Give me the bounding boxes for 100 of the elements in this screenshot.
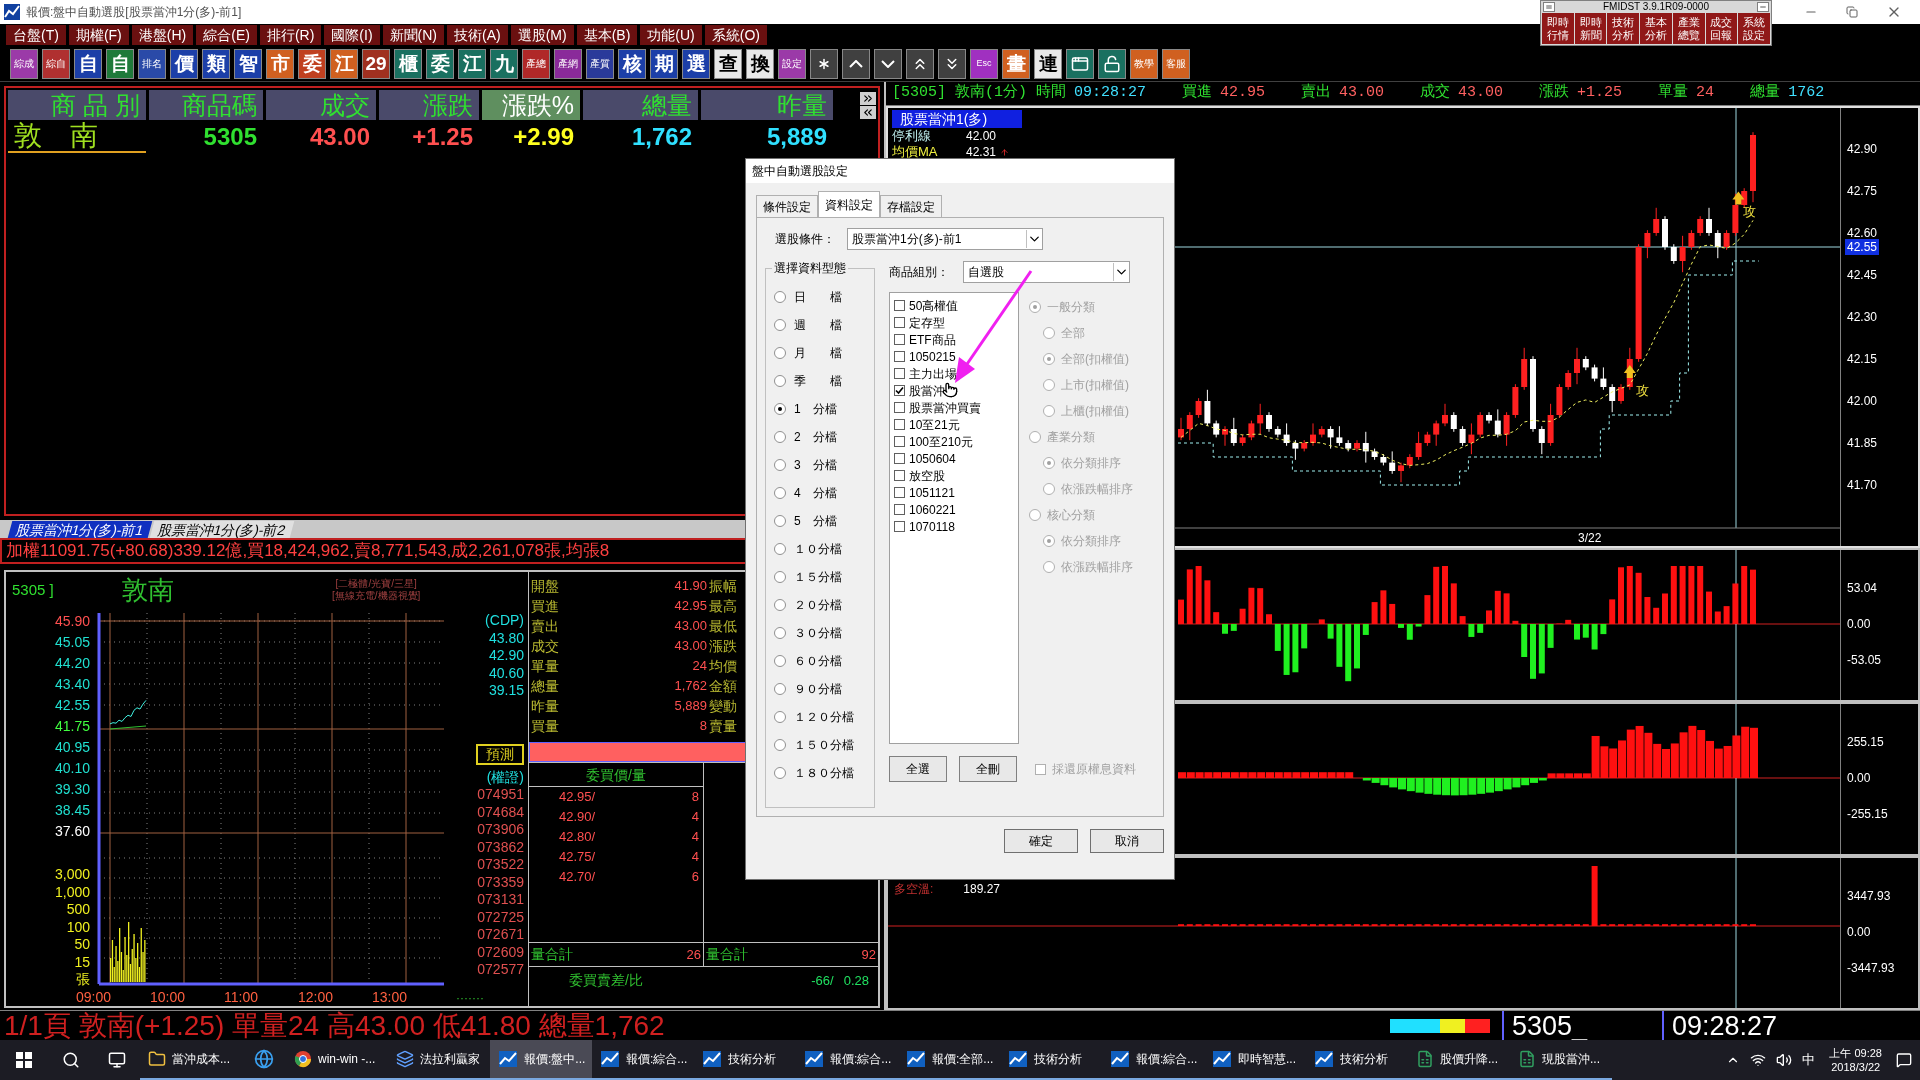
toolbar-button[interactable]: Esc [970,48,998,79]
search-icon[interactable] [62,1051,80,1069]
toolbar-button[interactable]: 換 [746,48,774,79]
dialog-button[interactable]: 取消 [1090,829,1164,853]
menu-item[interactable]: 國際(I) [324,25,380,45]
menu-item[interactable]: 綜合(E) [196,25,257,45]
toolbar-button[interactable]: 客服 [1162,48,1190,79]
toolbar-button[interactable]: 江 [458,48,486,79]
toolbar-button[interactable]: 價 [170,48,198,79]
shortcut-button[interactable]: 即時新聞 [1574,13,1607,44]
toolbar-button[interactable]: 自 [74,48,102,79]
radio-button[interactable] [774,431,786,443]
warrant-code[interactable]: 072671 [477,926,524,944]
shortcut-button[interactable]: 產業總覽 [1672,13,1705,44]
radio-button[interactable] [774,543,786,555]
toolbar-button[interactable]: 產總 [522,48,550,79]
scroll-left-icon[interactable] [860,105,876,119]
column-header[interactable]: 成交 [266,90,376,120]
taskbar-item[interactable]: 報價:全部... [898,1040,1000,1080]
menu-item[interactable]: 功能(U) [640,25,702,45]
column-header[interactable]: 總量 [583,90,698,120]
menu-item[interactable]: 技術(A) [447,25,508,45]
shortcut-button[interactable]: 系統設定 [1738,13,1771,44]
taskbar-item[interactable]: 報價:盤中... [490,1040,592,1080]
column-header[interactable]: 商品碼 [149,90,263,120]
taskbar-item[interactable]: 技術分析 [694,1040,796,1080]
warrant-code[interactable]: 073906 [477,821,524,839]
toolbar-button[interactable] [1066,48,1094,79]
tab[interactable]: 股票當沖1分(多)-前1 [7,521,152,538]
radio-button[interactable] [774,739,786,751]
tab[interactable]: 資料設定 [818,191,880,217]
toolbar-button[interactable] [874,48,902,79]
toolbar-button[interactable]: 類 [202,48,230,79]
toolbar-button[interactable]: 核 [618,48,646,79]
radio-button[interactable] [774,459,786,471]
radio-button[interactable] [774,571,786,583]
shortcut-button[interactable]: 技術分析 [1607,13,1640,44]
menu-item[interactable]: 期權(F) [68,25,129,45]
menu-item[interactable]: 選股(M) [510,25,574,45]
toolbar-button[interactable]: 查 [714,48,742,79]
radio-button[interactable] [774,515,786,527]
toolbar-button[interactable]: 市 [266,48,294,79]
toolbar-button[interactable]: 委 [426,48,454,79]
taskbar-item[interactable]: 技術分析 [1306,1040,1408,1080]
warrant-code[interactable]: 073131 [477,891,524,909]
toolbar-button[interactable]: 櫃 [394,48,422,79]
toolbar-button[interactable]: 產質 [586,48,614,79]
toolbar-button[interactable]: 綜自 [42,48,70,79]
scroll-right-icon[interactable] [860,91,876,105]
checkbox[interactable] [894,317,905,328]
network-icon[interactable] [1750,1052,1767,1068]
dropdown[interactable]: 自選股 [963,261,1130,283]
minimize-icon[interactable] [1757,2,1769,12]
restore-icon[interactable] [1846,6,1858,18]
radio-button[interactable] [774,711,786,723]
shortcut-button[interactable]: 成交回報 [1705,13,1738,44]
radio-button[interactable] [774,403,786,415]
checkbox[interactable] [894,436,905,447]
toolbar-button[interactable] [906,48,934,79]
menu-item[interactable]: 基本(B) [576,25,638,45]
tab[interactable]: 股票當沖1分(多)-前2 [149,521,294,538]
ime-indicator[interactable]: 中 [1802,1050,1816,1070]
checkbox[interactable] [894,470,905,481]
checkbox[interactable] [894,351,905,362]
toolbar-button[interactable] [1098,48,1126,79]
checkbox[interactable] [894,402,905,413]
warrant-code[interactable]: 073522 [477,856,524,874]
taskbar-item[interactable]: 技術分析 [1000,1040,1102,1080]
toolbar-button[interactable]: 綜成 [10,48,38,79]
warrant-code[interactable]: 072725 [477,908,524,926]
toolbar-button[interactable]: 連 [1034,48,1062,79]
shortcut-button[interactable]: 基本分析 [1640,13,1672,44]
toolbar-button[interactable]: 選 [682,48,710,79]
radio-button[interactable] [774,767,786,779]
radio-button[interactable] [774,487,786,499]
list-action-button[interactable]: 全選 [889,756,947,782]
notification-icon[interactable] [1896,1052,1912,1068]
checkbox[interactable] [894,419,905,430]
radio-button[interactable] [774,655,786,667]
windows-logo-icon[interactable] [16,1052,32,1068]
menu-item[interactable]: 系統(O) [704,25,767,45]
radio-button[interactable] [774,627,786,639]
tab[interactable]: 條件設定 [756,195,818,217]
column-header[interactable]: 昨量 [701,90,833,120]
dropdown[interactable]: 股票當沖1分(多)-前1 [847,228,1043,250]
toolbar-button[interactable]: 排名 [138,48,166,79]
taskbar-item[interactable]: 即時智慧... [1204,1040,1306,1080]
radio-button[interactable] [774,319,786,331]
task-view-icon[interactable] [108,1051,126,1069]
menu-icon[interactable] [1543,2,1555,12]
column-header[interactable]: 漲跌 [379,90,479,120]
column-header[interactable]: 漲跌% [482,90,580,120]
checkbox[interactable] [894,487,905,498]
toolbar-button[interactable] [842,48,870,79]
menu-item[interactable]: 新聞(N) [382,25,444,45]
column-header[interactable]: 商 品 別 [8,90,146,120]
toolbar-button[interactable]: 29 [362,48,390,79]
taskbar-item[interactable]: 報價:綜合... [592,1040,694,1080]
taskbar-item[interactable]: 報價:綜合... [1102,1040,1204,1080]
toolbar-button[interactable]: 產網 [554,48,582,79]
